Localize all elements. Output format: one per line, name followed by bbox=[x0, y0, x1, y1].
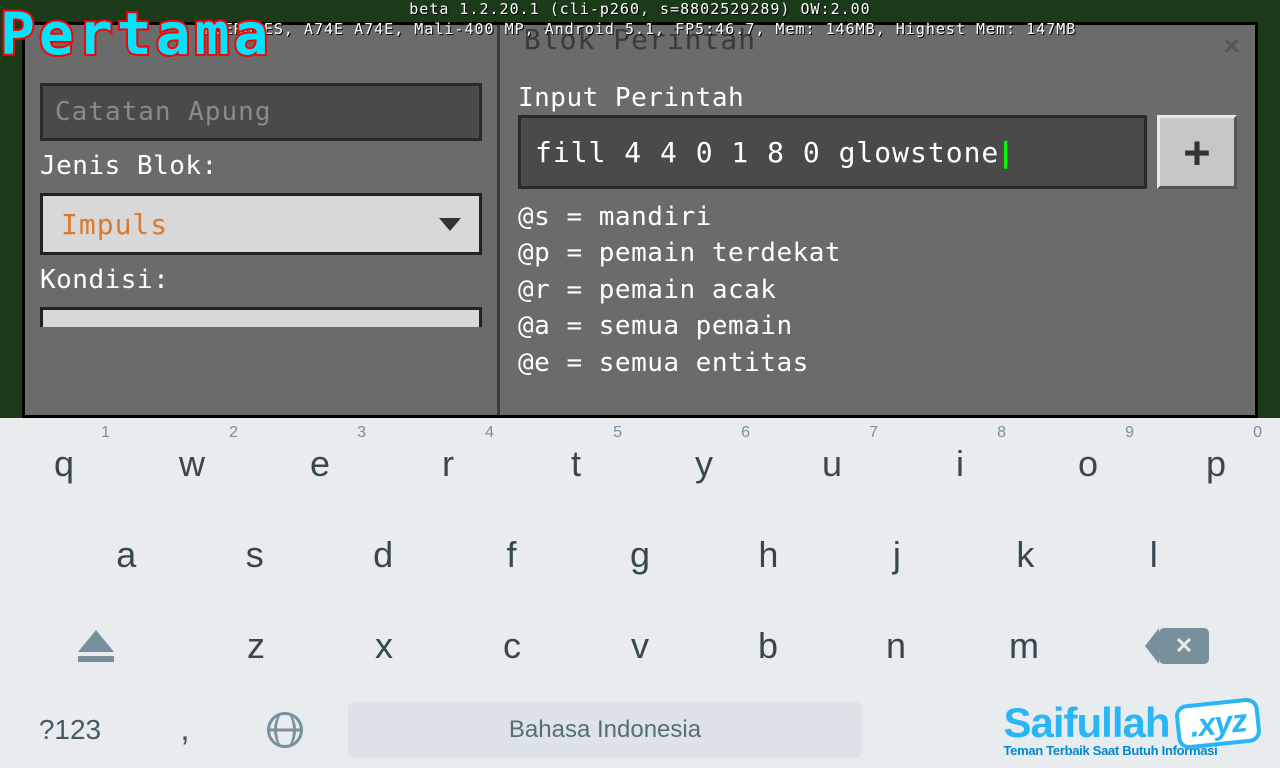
block-type-label: Jenis Blok: bbox=[40, 151, 482, 181]
block-type-dropdown[interactable]: Impuls bbox=[40, 193, 482, 255]
condition-dropdown[interactable] bbox=[40, 307, 482, 327]
key-g[interactable]: g bbox=[576, 509, 704, 600]
command-input[interactable]: fill 4 4 0 1 8 0 glowstone| bbox=[518, 115, 1147, 189]
language-key[interactable] bbox=[230, 692, 340, 768]
watermark: Saifullah .xyz Teman Terbaik Saat Butuh … bbox=[1003, 699, 1260, 758]
key-p[interactable]: 0p bbox=[1152, 418, 1280, 509]
key-o[interactable]: 9o bbox=[1024, 418, 1152, 509]
key-a[interactable]: a bbox=[62, 509, 190, 600]
key-v[interactable]: v bbox=[576, 601, 704, 692]
command-input-label: Input Perintah bbox=[518, 83, 1237, 113]
key-m[interactable]: m bbox=[960, 601, 1088, 692]
key-j[interactable]: j bbox=[833, 509, 961, 600]
key-b[interactable]: b bbox=[704, 601, 832, 692]
key-h[interactable]: h bbox=[704, 509, 832, 600]
chevron-down-icon bbox=[439, 218, 461, 231]
key-w[interactable]: 2w bbox=[128, 418, 256, 509]
key-s[interactable]: s bbox=[190, 509, 318, 600]
spacebar[interactable]: Bahasa Indonesia bbox=[348, 702, 862, 758]
key-y[interactable]: 6y bbox=[640, 418, 768, 509]
kb-row-1: 1q2w3e4r5t6y7u8i9o0p bbox=[0, 418, 1280, 509]
kb-row-2: asdfghjkl bbox=[0, 509, 1280, 600]
command-block-panel: Blok Perintah × Catatan Apung Jenis Blok… bbox=[22, 22, 1258, 418]
key-t[interactable]: 5t bbox=[512, 418, 640, 509]
kb-row-3: zxcvbnm ✕ bbox=[0, 601, 1280, 692]
hover-note-input[interactable]: Catatan Apung bbox=[40, 83, 482, 141]
key-u[interactable]: 7u bbox=[768, 418, 896, 509]
key-x[interactable]: x bbox=[320, 601, 448, 692]
shift-icon bbox=[78, 630, 114, 662]
backspace-key[interactable]: ✕ bbox=[1088, 601, 1280, 692]
add-button[interactable]: + bbox=[1157, 115, 1237, 189]
key-n[interactable]: n bbox=[832, 601, 960, 692]
key-r[interactable]: 4r bbox=[384, 418, 512, 509]
selector-hints: @s = mandiri @p = pemain terdekat @r = p… bbox=[518, 199, 1237, 381]
comma-key[interactable]: , bbox=[140, 692, 230, 768]
key-f[interactable]: f bbox=[447, 509, 575, 600]
overlay-label: Pertama bbox=[0, 0, 272, 68]
key-z[interactable]: z bbox=[192, 601, 320, 692]
left-column: Catatan Apung Jenis Blok: Impuls Kondisi… bbox=[25, 25, 500, 415]
shift-key[interactable] bbox=[0, 601, 192, 692]
block-type-value: Impuls bbox=[61, 208, 168, 241]
key-k[interactable]: k bbox=[961, 509, 1089, 600]
symbols-key[interactable]: ?123 bbox=[0, 692, 140, 768]
key-q[interactable]: 1q bbox=[0, 418, 128, 509]
key-i[interactable]: 8i bbox=[896, 418, 1024, 509]
key-d[interactable]: d bbox=[319, 509, 447, 600]
condition-label: Kondisi: bbox=[40, 265, 482, 295]
right-column: Input Perintah fill 4 4 0 1 8 0 glowston… bbox=[500, 25, 1255, 415]
key-e[interactable]: 3e bbox=[256, 418, 384, 509]
text-cursor: | bbox=[997, 136, 1015, 169]
backspace-icon: ✕ bbox=[1159, 628, 1209, 664]
key-l[interactable]: l bbox=[1090, 509, 1218, 600]
key-c[interactable]: c bbox=[448, 601, 576, 692]
globe-icon bbox=[267, 712, 303, 748]
